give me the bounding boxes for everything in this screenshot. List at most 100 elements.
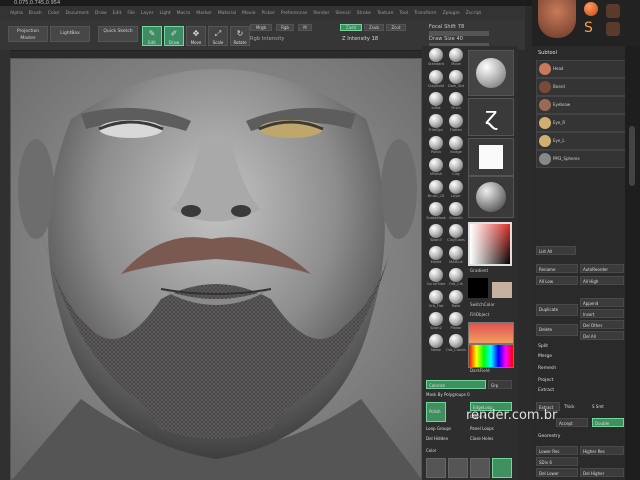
menu-item[interactable]: File	[127, 11, 135, 16]
brush-slot[interactable]: MAHcut	[446, 246, 466, 266]
lightbox-button[interactable]: LightBox	[50, 26, 90, 42]
all-low-button[interactable]: All Low	[536, 276, 578, 285]
draw-mode-button[interactable]: ✐ Draw	[164, 26, 184, 46]
brush-slot[interactable]: Dam_Std	[446, 70, 466, 90]
secondary-color-swatch[interactable]	[492, 282, 512, 298]
panel-loops-button[interactable]: Panel Loops	[470, 426, 494, 431]
brush-slot[interactable]: Smooth	[446, 202, 466, 222]
brush-slot[interactable]: TrimDyn	[426, 114, 446, 134]
accept-button[interactable]: Accept	[556, 418, 588, 427]
menu-item[interactable]: Zscript	[466, 11, 482, 16]
z-intensity-slider[interactable]: Z Intensity 18	[342, 36, 378, 42]
material-slot-2[interactable]	[448, 458, 468, 478]
quick-sketch-button[interactable]: Quick Sketch	[98, 26, 138, 42]
color-spectrum[interactable]	[468, 344, 514, 368]
mrgb-button[interactable]: Mrgb	[250, 24, 272, 31]
zsub-button[interactable]: Zsub	[364, 24, 384, 31]
menu-item[interactable]: Stroke	[357, 11, 371, 16]
menu-item[interactable]: Brush	[29, 11, 42, 16]
material-preview[interactable]	[468, 176, 514, 218]
brush-slot[interactable]: Brush_Ctl	[426, 180, 446, 200]
brush-slot[interactable]: hPolish	[426, 158, 446, 178]
canvas-viewport[interactable]	[10, 58, 422, 480]
del-higher-button[interactable]: Del Higher	[580, 468, 624, 477]
del-lower-button[interactable]: Del Lower	[536, 468, 578, 477]
focal-shift-slider[interactable]: Focal Shift 78	[429, 24, 464, 30]
duplicate-button[interactable]: Duplicate	[536, 304, 578, 316]
material-slot-4[interactable]	[492, 458, 512, 478]
stroke-preview[interactable]: ɀ	[468, 98, 514, 136]
head-tool-icon[interactable]	[606, 22, 620, 36]
polish-button[interactable]: Polish	[426, 402, 446, 422]
subtool-item[interactable]: Eye_R	[536, 114, 626, 132]
menu-item[interactable]: Alpha	[10, 11, 23, 16]
edit-mode-button[interactable]: ✎ Edit	[142, 26, 162, 46]
insert-button[interactable]: Insert	[580, 309, 624, 318]
brush-slot[interactable]: Orb_Cracks	[446, 334, 466, 354]
rename-button[interactable]: Rename	[536, 264, 578, 273]
texture-swatch[interactable]	[468, 322, 514, 344]
main-color-swatch[interactable]	[468, 278, 488, 298]
menu-item[interactable]: Edit	[113, 11, 122, 16]
rotate-mode-button[interactable]: ↻ Rotate	[230, 26, 250, 46]
brush-slot[interactable]: Rake	[446, 290, 466, 310]
brush-preview[interactable]	[468, 50, 514, 96]
brush-slot[interactable]: Orb_Flat	[426, 290, 446, 310]
menu-item[interactable]: Texture	[377, 11, 393, 16]
subtool-item[interactable]: Eye_L	[536, 132, 626, 150]
append-button[interactable]: Append	[580, 298, 624, 307]
brush-slot[interactable]: Clay	[446, 158, 466, 178]
menu-item[interactable]: Draw	[95, 11, 107, 16]
menu-item[interactable]: Macro	[177, 11, 191, 16]
projection-master-button[interactable]: Projection Master	[8, 26, 48, 42]
menu-item[interactable]: Render	[313, 11, 329, 16]
merge-button[interactable]: Merge	[538, 354, 552, 359]
color-picker[interactable]	[468, 222, 512, 266]
project-button[interactable]: Project	[538, 378, 553, 383]
fill-object-button[interactable]: FillObject	[470, 312, 489, 317]
menu-item[interactable]: Material	[218, 11, 236, 16]
double-button[interactable]: Double	[592, 418, 624, 427]
extract-button[interactable]: Extract	[538, 388, 554, 393]
brush-slot[interactable]: ClayTubes	[446, 224, 466, 244]
thick-slider[interactable]: Thick	[564, 404, 575, 409]
menu-item[interactable]: Tool	[399, 11, 408, 16]
grp-button[interactable]: Grp	[488, 380, 512, 389]
del-hidden-button[interactable]: Del Hidden	[426, 436, 448, 441]
brush-slot[interactable]: Noise	[426, 334, 446, 354]
menu-item[interactable]: Document	[66, 11, 89, 16]
brush-slot[interactable]: Slash2	[426, 312, 446, 332]
close-holes-button[interactable]: Close Holes	[470, 436, 493, 441]
menu-item[interactable]: Stencil	[335, 11, 350, 16]
subtool-item[interactable]: Head	[536, 60, 626, 78]
mask-by-polygroups-slider[interactable]: Mask By Polygroups 0	[426, 392, 470, 397]
m-button[interactable]: M	[298, 24, 312, 31]
rgb-button[interactable]: Rgb	[276, 24, 294, 31]
menu-item[interactable]: Picker	[261, 11, 274, 16]
brush-slot[interactable]: ClayBuild	[426, 70, 446, 90]
move-mode-button[interactable]: ✥ Move	[186, 26, 206, 46]
zcut-button[interactable]: Zcut	[386, 24, 406, 31]
brush-slot[interactable]: Nudge	[446, 136, 466, 156]
geometry-header[interactable]: Geometry	[538, 434, 560, 439]
delete-button[interactable]: Delete	[536, 324, 578, 336]
material-slot-1[interactable]	[426, 458, 446, 478]
scroll-thumb[interactable]	[629, 126, 635, 186]
alpha-preview[interactable]	[468, 138, 514, 176]
all-high-button[interactable]: All High	[580, 276, 624, 285]
s-tool-icon[interactable]: S	[584, 20, 598, 36]
remesh-button[interactable]: Remesh	[538, 366, 556, 371]
menu-item[interactable]: Light	[159, 11, 170, 16]
menu-item[interactable]: Transform	[414, 11, 436, 16]
brush-slot[interactable]: Mallet	[426, 246, 446, 266]
brush-slot[interactable]: Flatten	[446, 114, 466, 134]
scale-mode-button[interactable]: ⤢ Scale	[208, 26, 228, 46]
brush-slot[interactable]: Orb_Crk	[446, 268, 466, 288]
sphere-icon[interactable]	[584, 2, 598, 16]
brush-slot[interactable]: Planar	[446, 312, 466, 332]
switch-color-button[interactable]: SwitchColor	[470, 302, 495, 307]
material-avatar[interactable]	[538, 0, 576, 38]
del-all-button[interactable]: Del All	[580, 331, 624, 340]
del-other-button[interactable]: Del Other	[580, 320, 624, 329]
lower-res-button[interactable]: Lower Res	[536, 446, 578, 455]
